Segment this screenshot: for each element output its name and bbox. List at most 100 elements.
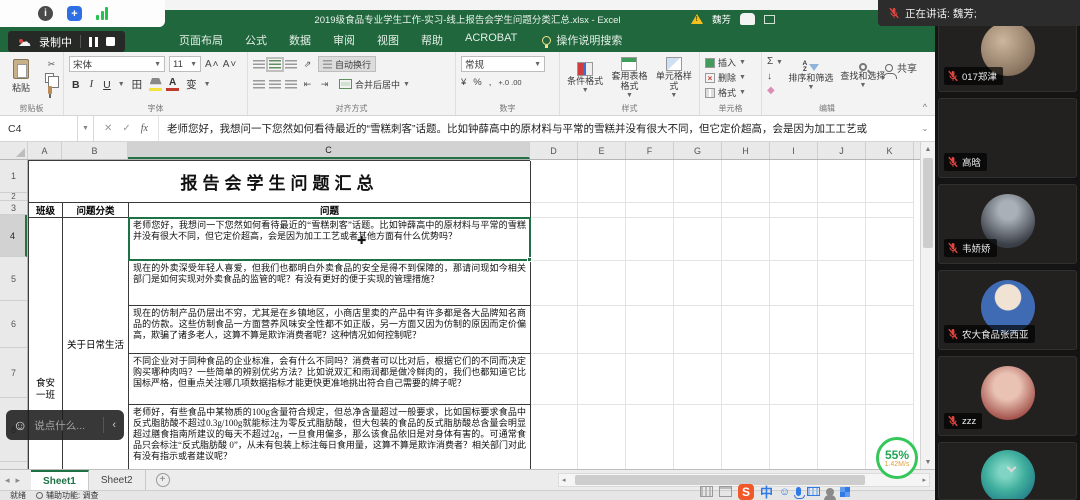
vertical-scroll-thumb[interactable] bbox=[923, 158, 933, 248]
soft-keyboard-icon[interactable] bbox=[807, 487, 820, 496]
col-header-G[interactable]: G bbox=[674, 142, 722, 159]
participant-tile-4[interactable]: 农大食品张西亚 bbox=[938, 270, 1077, 350]
formula-input[interactable]: 老师您好，我想问一下您然如何看待最近的“雪糕刺客”话题。比如钟薛高中的原材料与平… bbox=[159, 121, 915, 136]
copy-icon[interactable] bbox=[45, 73, 54, 83]
window-controls-icon[interactable] bbox=[764, 15, 775, 24]
voice-input-icon[interactable] bbox=[796, 487, 801, 496]
name-box[interactable]: C4 bbox=[0, 116, 78, 141]
scroll-right-icon[interactable]: ▸ bbox=[922, 476, 926, 484]
col-header-J[interactable]: J bbox=[818, 142, 866, 159]
font-size-select[interactable]: 11▼ bbox=[169, 56, 201, 72]
cut-icon[interactable]: ✂ bbox=[45, 59, 58, 70]
bold-button[interactable]: B bbox=[69, 78, 83, 92]
sheet-tab-sheet2[interactable]: Sheet2 bbox=[89, 470, 146, 491]
pause-recording-button[interactable] bbox=[89, 37, 98, 47]
align-middle-icon[interactable] bbox=[269, 60, 281, 69]
merge-center-button[interactable]: 合并后居中 ▼ bbox=[335, 76, 414, 92]
increase-indent-icon[interactable]: ⇥ bbox=[318, 79, 331, 90]
question-cell-3[interactable]: 现在的仿制产品仍层出不穷，尤其是在乡镇地区，小商店里卖的产品中有许多都是各大品牌… bbox=[129, 306, 531, 354]
row-header-6[interactable]: 6 bbox=[0, 301, 27, 348]
tab-acrobat[interactable]: ACROBAT bbox=[454, 27, 528, 53]
tab-formulas[interactable]: 公式 bbox=[234, 27, 278, 53]
align-top-icon[interactable] bbox=[253, 60, 265, 69]
col-header-K[interactable]: K bbox=[866, 142, 914, 159]
tell-me-search[interactable]: 操作说明搜索 bbox=[542, 32, 622, 48]
scroll-down-icon[interactable]: ▼ bbox=[921, 455, 935, 469]
col-header-E[interactable]: E bbox=[578, 142, 626, 159]
normal-view-icon[interactable] bbox=[700, 486, 713, 497]
decrease-indent-icon[interactable]: ⇤ bbox=[301, 79, 314, 90]
formula-bar-expand-icon[interactable]: ⌄ bbox=[915, 124, 935, 133]
spreadsheet-grid[interactable]: 1 2 3 4 5 6 7 8 报告会学生问题汇总 班级 问题分类 问题 食安一… bbox=[0, 160, 935, 469]
insert-cells-button[interactable]: 插入▼ bbox=[705, 56, 756, 69]
question-cell-1[interactable]: 老师您好，我想问一下您然如何看待最近的“雪糕刺客”话题。比如钟薛高中的原材料与平… bbox=[129, 218, 531, 261]
header-question[interactable]: 问题 bbox=[129, 203, 531, 218]
font-name-select[interactable]: 宋体▼ bbox=[69, 56, 165, 72]
insert-function-icon[interactable]: fx bbox=[141, 123, 148, 134]
decimal-buttons[interactable]: +.0 .00 bbox=[498, 78, 521, 87]
autosum-button[interactable]: Σ ▼ bbox=[767, 56, 783, 69]
ime-account-icon[interactable] bbox=[826, 488, 834, 496]
row-header-7[interactable]: 7 bbox=[0, 348, 27, 398]
new-sheet-button[interactable]: + bbox=[156, 473, 170, 487]
chat-input-pill[interactable]: ☺ 说点什么... ‹ bbox=[6, 410, 124, 440]
format-cells-button[interactable]: 格式▼ bbox=[705, 86, 756, 99]
emoji-icon[interactable]: ☺ bbox=[6, 417, 34, 433]
vertical-scrollbar[interactable]: ▲ ▼ bbox=[920, 142, 935, 469]
question-cell-5[interactable]: 老师好，有些食品中某物质的100g含量符合规定，但总净含量超过一般要求，比如国标… bbox=[129, 405, 531, 470]
info-icon[interactable]: i bbox=[38, 6, 53, 21]
col-header-A[interactable]: A bbox=[28, 142, 62, 159]
comma-format-icon[interactable]: , bbox=[489, 77, 492, 88]
row-header-5[interactable]: 5 bbox=[0, 257, 27, 301]
col-header-H[interactable]: H bbox=[722, 142, 770, 159]
phonetic-button[interactable]: 变 bbox=[183, 76, 200, 93]
align-left-icon[interactable] bbox=[253, 80, 265, 89]
col-header-C[interactable]: C bbox=[128, 142, 530, 159]
borders-button[interactable]: 田 bbox=[129, 76, 146, 93]
tab-view[interactable]: 视图 bbox=[366, 27, 410, 53]
col-header-B[interactable]: B bbox=[62, 142, 128, 159]
format-painter-icon[interactable] bbox=[48, 86, 52, 94]
collapse-chat-icon[interactable]: ‹ bbox=[104, 419, 124, 431]
tab-page-layout[interactable]: 页面布局 bbox=[168, 27, 234, 53]
number-format-select[interactable]: 常规▼ bbox=[461, 56, 545, 72]
stop-recording-button[interactable] bbox=[106, 37, 115, 46]
row-header-4[interactable]: 4 bbox=[0, 215, 27, 257]
select-all-corner[interactable] bbox=[0, 142, 28, 159]
tab-help[interactable]: 帮助 bbox=[410, 27, 454, 53]
warning-icon[interactable]: ! bbox=[691, 14, 703, 24]
delete-cells-button[interactable]: ×删除▼ bbox=[705, 71, 756, 84]
header-class[interactable]: 班级 bbox=[29, 203, 63, 218]
question-cell-2[interactable]: 现在的外卖深受年轻人喜爱，但我们也都明白外卖食品的安全是得不到保障的，那请问现如… bbox=[129, 261, 531, 306]
cancel-icon[interactable]: ✕ bbox=[104, 123, 112, 134]
grow-shrink-font-icon[interactable]: A˄ A˅ bbox=[205, 59, 237, 70]
align-bottom-icon[interactable] bbox=[285, 60, 297, 69]
ime-toolbox-icon[interactable] bbox=[840, 487, 850, 497]
chat-input-placeholder[interactable]: 说点什么... bbox=[34, 418, 103, 433]
enter-icon[interactable]: ✓ bbox=[122, 123, 130, 134]
name-box-caret[interactable]: ▼ bbox=[78, 116, 94, 141]
blue-app-icon[interactable]: + bbox=[67, 6, 82, 21]
participant-tile-3[interactable]: 韦娇娇 bbox=[938, 184, 1077, 264]
emoji-panel-icon[interactable]: ☺ bbox=[779, 486, 790, 498]
find-select-button[interactable]: 查找和选择▼ bbox=[839, 62, 887, 91]
col-header-D[interactable]: D bbox=[530, 142, 578, 159]
sheet-tab-sheet1[interactable]: Sheet1 bbox=[31, 470, 89, 491]
row-header-3[interactable]: 3 bbox=[0, 201, 27, 215]
row-header-1[interactable]: 1 bbox=[0, 160, 27, 193]
status-accessibility[interactable]: 辅助功能: 调查 bbox=[36, 490, 98, 500]
header-category[interactable]: 问题分类 bbox=[63, 203, 129, 218]
cell-styles-button[interactable]: 单元格样式▼ bbox=[654, 56, 694, 101]
share-button[interactable]: 共享 bbox=[885, 60, 917, 75]
conditional-formatting-button[interactable]: 条件格式▼ bbox=[565, 61, 605, 96]
participant-tile-6[interactable] bbox=[938, 442, 1077, 500]
font-color-button[interactable]: A bbox=[166, 78, 179, 91]
underline-button[interactable]: U bbox=[100, 78, 114, 92]
account-avatar[interactable] bbox=[740, 13, 755, 25]
italic-button[interactable]: I bbox=[87, 78, 97, 91]
row-header-2[interactable]: 2 bbox=[0, 193, 27, 201]
participant-tile-2[interactable]: 高晗 bbox=[938, 98, 1077, 178]
align-right-icon[interactable] bbox=[285, 80, 297, 89]
align-center-icon[interactable] bbox=[269, 80, 281, 89]
participant-tile-5[interactable]: zzz bbox=[938, 356, 1077, 436]
